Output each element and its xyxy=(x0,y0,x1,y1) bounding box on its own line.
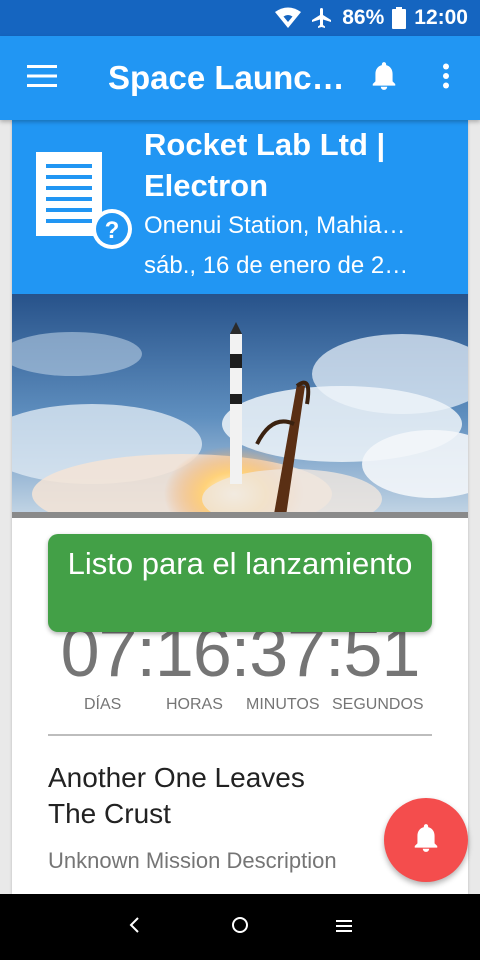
battery-icon xyxy=(392,7,407,29)
launch-date: sáb., 16 de enero de 2… xyxy=(144,252,409,279)
airplane-mode-icon xyxy=(310,6,334,30)
mission-description: Unknown Mission Description xyxy=(48,848,337,873)
recents-button[interactable] xyxy=(314,894,374,960)
menu-button[interactable] xyxy=(0,36,84,120)
hours-label: HORAS xyxy=(166,696,223,713)
notification-fab[interactable] xyxy=(384,798,468,882)
launch-card-header: ? Rocket Lab Ltd | Electron Onenui Stati… xyxy=(12,120,468,294)
bell-icon xyxy=(371,61,397,96)
wifi-icon xyxy=(274,7,302,29)
recents-icon xyxy=(336,913,352,941)
clock: 12:00 xyxy=(414,6,468,29)
bell-icon xyxy=(413,823,439,858)
back-button[interactable] xyxy=(104,894,164,960)
launch-card[interactable]: ? Rocket Lab Ltd | Electron Onenui Stati… xyxy=(12,120,468,894)
more-vert-icon xyxy=(442,63,450,94)
svg-text:?: ? xyxy=(105,217,120,244)
minutes-label: MINUTOS xyxy=(246,696,320,713)
system-nav-bar xyxy=(0,894,480,960)
mission-name: Another One Leaves The Crust xyxy=(48,762,305,829)
document-question-icon: ? xyxy=(34,150,134,250)
back-icon xyxy=(128,913,140,941)
more-options-button[interactable] xyxy=(424,36,468,120)
launch-status-badge: Listo para el lanzamiento xyxy=(48,534,432,632)
notifications-button[interactable] xyxy=(360,36,408,120)
home-button[interactable] xyxy=(210,894,270,960)
launch-location: Onenui Station, Mahia… xyxy=(144,212,406,239)
status-bar: 86% 12:00 xyxy=(0,0,480,36)
launch-title: Rocket Lab Ltd | Electron xyxy=(144,127,386,203)
divider xyxy=(48,734,432,736)
app-title: Space Launc… xyxy=(108,59,345,96)
launch-photo xyxy=(12,294,468,518)
battery-percent: 86% xyxy=(342,6,385,29)
seconds-label: SEGUNDOS xyxy=(332,696,424,713)
days-label: DÍAS xyxy=(84,696,122,713)
app-bar: Space Launc… xyxy=(0,36,480,120)
home-icon xyxy=(231,913,249,941)
hamburger-menu-icon xyxy=(27,64,57,92)
